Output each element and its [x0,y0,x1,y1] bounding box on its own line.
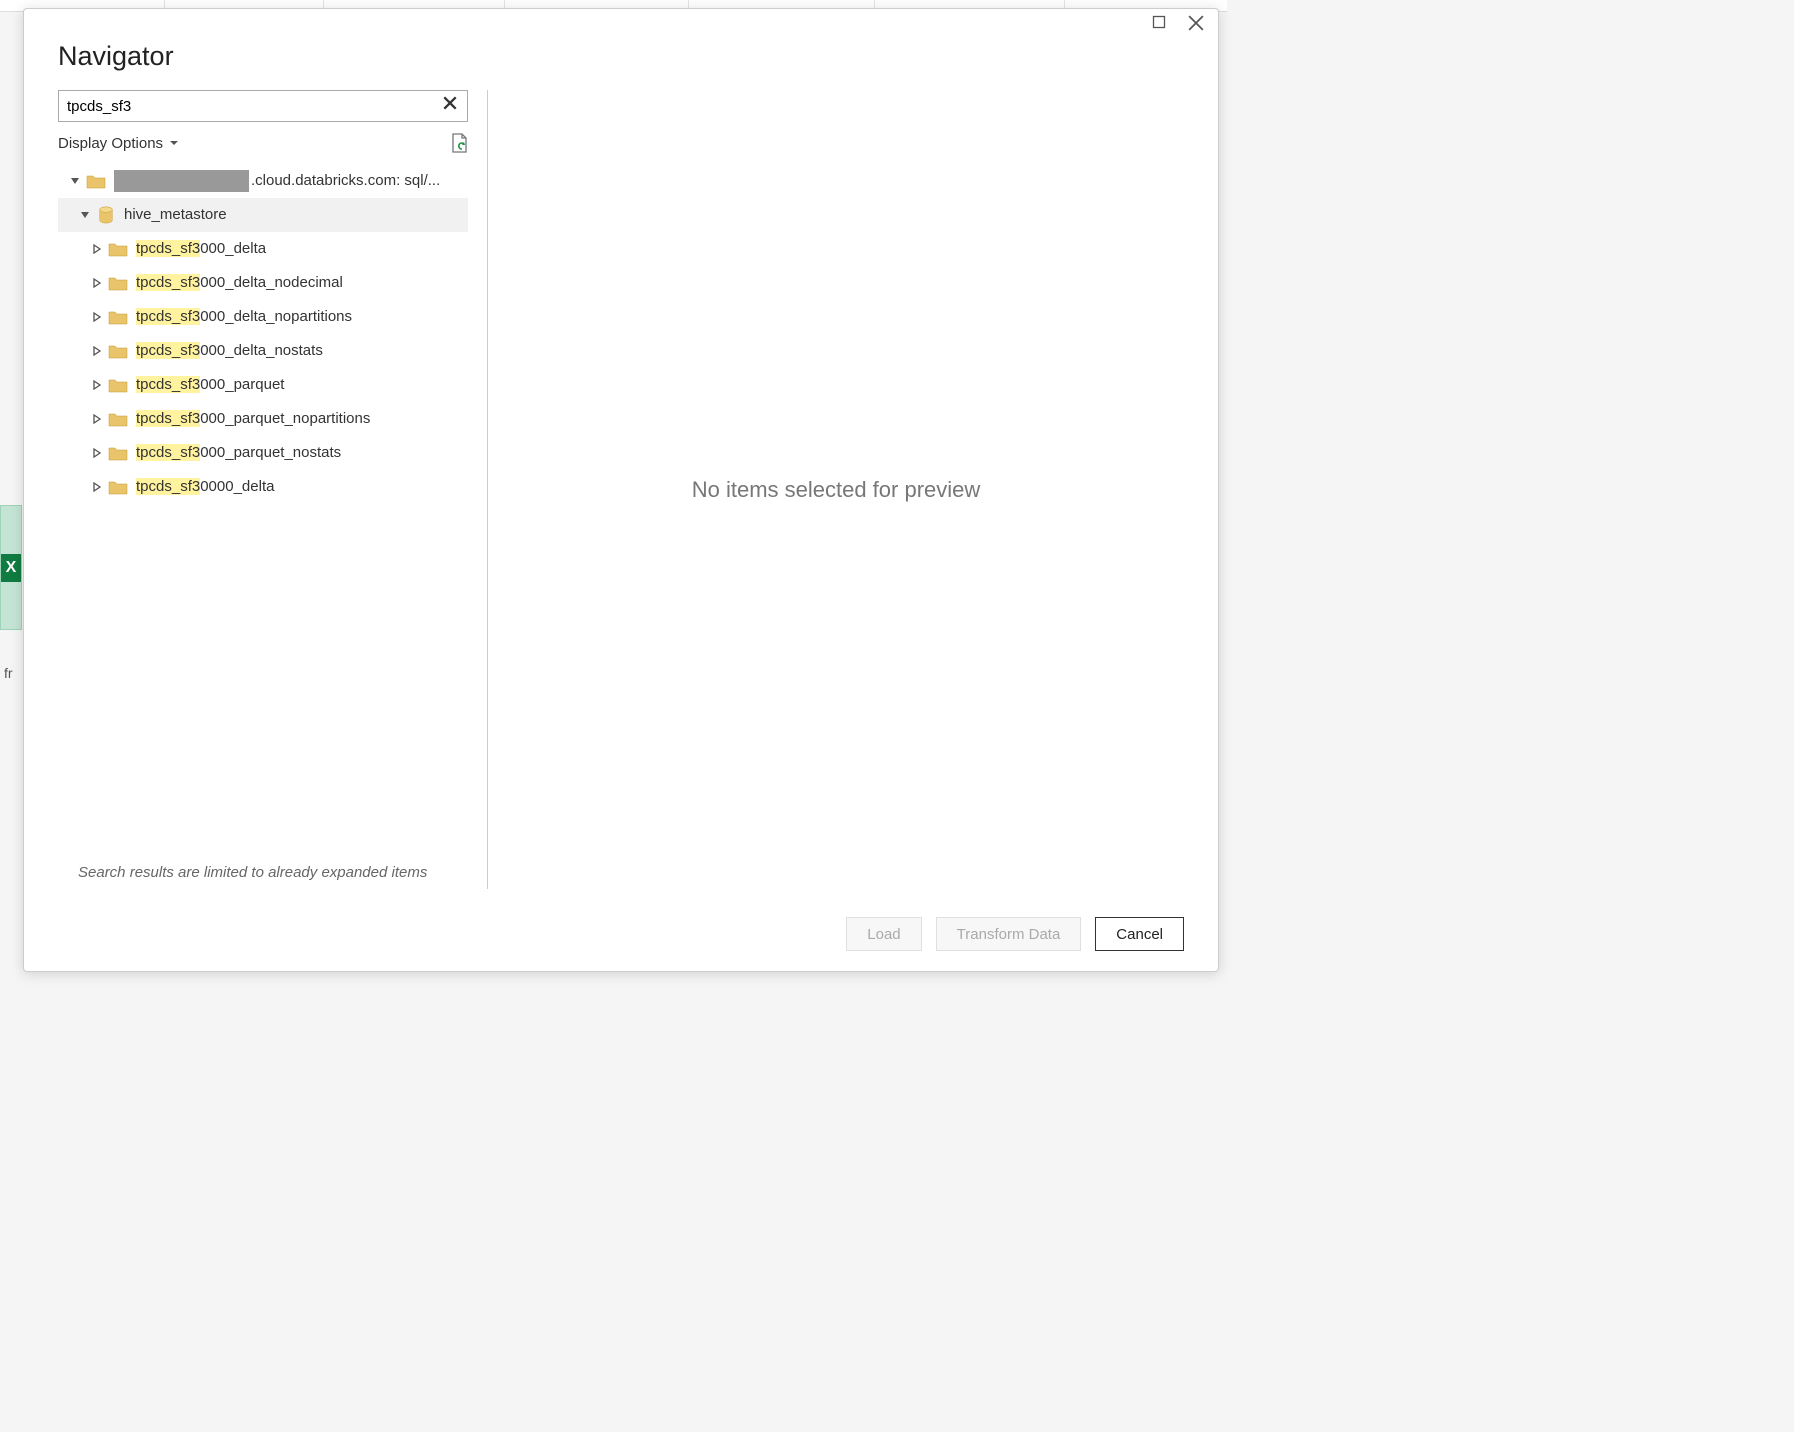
tree-item-label: tpcds_sf3000_parquet [136,368,284,402]
folder-icon [108,274,128,292]
tree-root[interactable]: .cloud.databricks.com: sql/... [58,164,468,198]
tree-item-label: tpcds_sf3000_delta_nodecimal [136,266,343,300]
tree-item-label: tpcds_sf3000_delta_nopartitions [136,300,352,334]
navigator-dialog: Navigator Display Options [23,8,1219,972]
tree-item[interactable]: tpcds_sf3000_delta_nostats [58,334,468,368]
tree-item[interactable]: tpcds_sf3000_parquet_nostats [58,436,468,470]
folder-icon [108,410,128,428]
caret-expanded-icon [80,210,90,220]
preview-pane: No items selected for preview [488,90,1184,889]
close-icon [442,95,458,111]
display-options-label: Display Options [58,135,163,152]
tree-item[interactable]: tpcds_sf3000_delta_nodecimal [58,266,468,300]
folder-icon [108,308,128,326]
folder-icon [108,478,128,496]
titlebar [24,9,1218,33]
tree-item-label: tpcds_sf3000_parquet_nostats [136,436,341,470]
caret-collapsed-icon [92,278,102,288]
cancel-button[interactable]: Cancel [1095,917,1184,951]
left-pane: Display Options [58,90,488,889]
excel-logo: X [1,554,21,582]
redacted-hostname [114,170,249,192]
caret-collapsed-icon [92,346,102,356]
tree-database-label: hive_metastore [124,198,227,232]
close-button[interactable] [1188,15,1206,33]
excel-sidebar-badge: X [0,505,22,630]
caret-collapsed-icon [92,482,102,492]
folder-icon [108,240,128,258]
search-note: Search results are limited to already ex… [58,864,467,881]
folder-icon [108,342,128,360]
tree-item[interactable]: tpcds_sf3000_parquet [58,368,468,402]
caret-collapsed-icon [92,448,102,458]
folder-icon [108,376,128,394]
tree-item[interactable]: tpcds_sf3000_delta [58,232,468,266]
folder-icon [108,444,128,462]
caret-expanded-icon [70,176,80,186]
tree-item-label: tpcds_sf30000_delta [136,470,274,504]
tree-root-label: .cloud.databricks.com: sql/... [251,164,440,198]
database-icon [96,206,116,224]
tree-item[interactable]: tpcds_sf3000_parquet_nopartitions [58,402,468,436]
dialog-title: Navigator [58,41,1184,72]
transform-data-button[interactable]: Transform Data [936,917,1082,951]
tree-item[interactable]: tpcds_sf3000_delta_nopartitions [58,300,468,334]
tree-database[interactable]: hive_metastore [58,198,468,232]
folder-icon [86,172,106,190]
tree-item-label: tpcds_sf3000_parquet_nopartitions [136,402,370,436]
caret-collapsed-icon [92,312,102,322]
caret-collapsed-icon [92,244,102,254]
display-options-dropdown[interactable]: Display Options [58,135,179,152]
caret-collapsed-icon [92,414,102,424]
caret-collapsed-icon [92,380,102,390]
load-button[interactable]: Load [846,917,921,951]
tree-item-label: tpcds_sf3000_delta [136,232,266,266]
close-icon [1188,15,1204,31]
chevron-down-icon [169,138,179,148]
preview-empty-message: No items selected for preview [692,477,981,503]
button-row: Load Transform Data Cancel [58,889,1184,951]
tree-item[interactable]: tpcds_sf30000_delta [58,470,468,504]
refresh-button[interactable] [450,132,468,154]
page-refresh-icon [450,132,468,154]
maximize-icon [1152,15,1166,29]
search-input[interactable] [58,90,468,122]
background-label: fr [4,665,13,681]
clear-search-button[interactable] [442,95,462,115]
tree-view: .cloud.databricks.com: sql/... hive_meta… [58,164,468,504]
tree-item-label: tpcds_sf3000_delta_nostats [136,334,323,368]
maximize-button[interactable] [1152,15,1170,33]
